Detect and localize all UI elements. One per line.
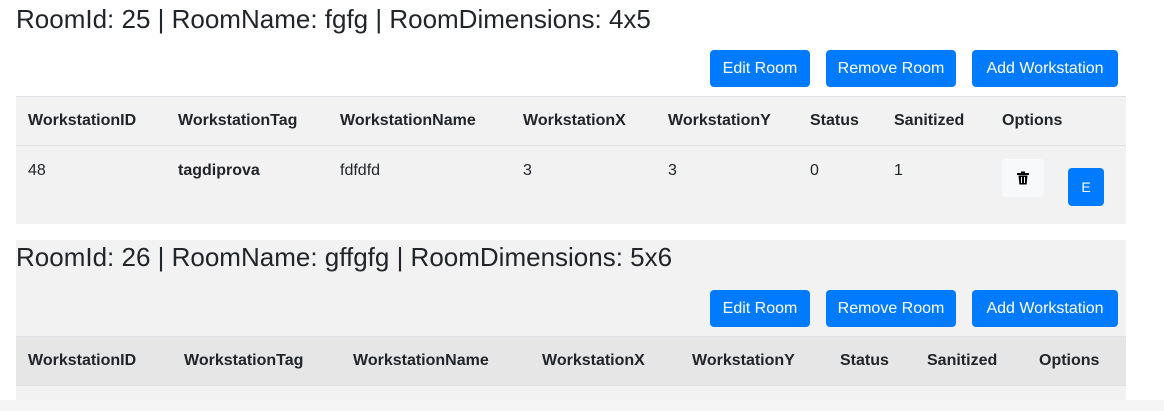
workstation-table: WorkstationID WorkstationTag Workstation… [16,96,1126,224]
workstation-tag-cell: tagdiprova [166,145,328,224]
column-header: WorkstationY [656,96,798,146]
column-header: Options [1027,336,1126,386]
workstation-table: WorkstationID WorkstationTag Workstation… [16,336,1126,386]
column-header: Sanitized [882,96,990,146]
room-title: RoomId: 25 | RoomName: fgfg | RoomDimens… [16,4,651,34]
options-cell: E [990,145,1126,224]
table-header: WorkstationID WorkstationTag Workstation… [16,96,1126,146]
edit-room-button[interactable]: Edit Room [710,290,810,327]
column-header: WorkstationName [341,336,530,386]
table-row: 48 tagdiprova fdfdfd 3 3 0 1 E [16,145,1126,224]
column-header: WorkstationTag [172,336,341,386]
page-bottom-strip [0,400,1164,411]
column-header: WorkstationName [328,96,511,146]
edit-workstation-button[interactable]: E [1068,168,1104,206]
workstation-x-cell: 3 [511,145,656,224]
sanitized-cell: 1 [882,145,990,224]
remove-room-button[interactable]: Remove Room [826,50,956,87]
edit-room-button[interactable]: Edit Room [710,50,810,87]
room-card-26: RoomId: 26 | RoomName: gffgfg | RoomDime… [16,240,1126,400]
column-header: WorkstationID [16,96,166,146]
trash-icon [1017,171,1029,185]
remove-room-button[interactable]: Remove Room [826,290,956,327]
column-header: Status [798,96,882,146]
add-workstation-button[interactable]: Add Workstation [972,50,1118,87]
column-header: Sanitized [915,336,1027,386]
workstation-name-cell: fdfdfd [328,145,511,224]
column-header: WorkstationX [530,336,680,386]
table-header: WorkstationID WorkstationTag Workstation… [16,336,1126,386]
add-workstation-button[interactable]: Add Workstation [972,290,1118,327]
status-cell: 0 [798,145,882,224]
column-header: Status [828,336,915,386]
workstation-id-cell: 48 [16,145,166,224]
column-header: WorkstationID [16,336,172,386]
column-header: WorkstationX [511,96,656,146]
room-title: RoomId: 26 | RoomName: gffgfg | RoomDime… [16,242,673,272]
room-card-25: RoomId: 25 | RoomName: fgfg | RoomDimens… [16,0,1126,224]
column-header: Options [990,96,1126,146]
workstation-y-cell: 3 [656,145,798,224]
column-header: WorkstationY [680,336,828,386]
column-header: WorkstationTag [166,96,328,146]
delete-workstation-button[interactable] [1002,159,1044,197]
